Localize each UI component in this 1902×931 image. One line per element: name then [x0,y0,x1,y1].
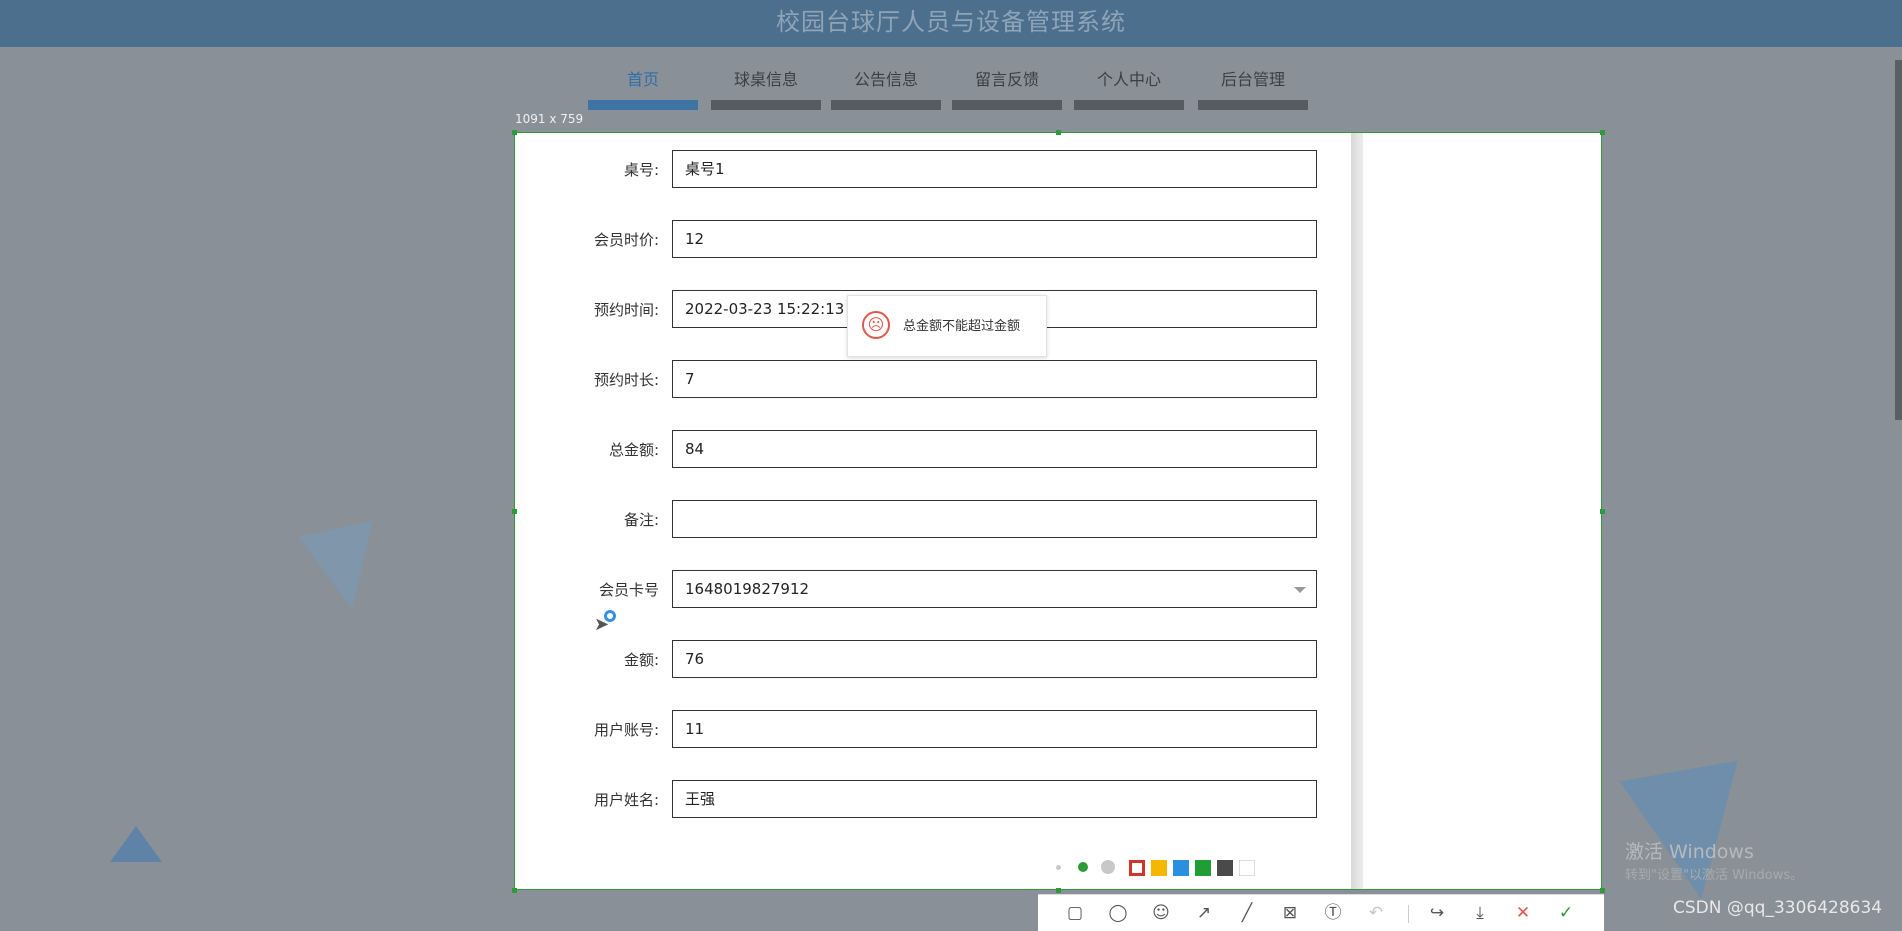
decor-triangle [298,520,390,618]
toolbar-divider [1408,905,1409,923]
resize-handle[interactable] [1056,888,1061,893]
background-window-edge [1895,60,1902,420]
size-medium-option[interactable] [1078,862,1088,872]
app-title: 校园台球厅人员与设备管理系统 [776,8,1126,36]
download-icon[interactable]: ⤓ [1467,901,1493,925]
windows-activation-watermark: 激活 Windows 转到"设置"以激活 Windows。 [1625,840,1803,888]
undo-icon[interactable]: ↶ [1363,901,1389,925]
capture-size-label: 1091 x 759 [515,112,584,126]
size-large-option[interactable] [1101,860,1115,874]
color-yellow-swatch[interactable] [1151,860,1167,876]
field-label: 用户姓名: [593,791,659,809]
select-value: 1648019827912 [685,580,810,598]
duration-input[interactable]: 7 [672,360,1317,398]
sad-face-icon: ☹ [862,311,890,339]
scrollbar-shadow [1351,133,1363,889]
nav-label: 球桌信息 [733,70,798,89]
app-header: 校园台球厅人员与设备管理系统 [0,0,1902,47]
ellipse-icon[interactable]: ◯ [1105,901,1131,925]
nav-feedback[interactable]: 留言反馈 [952,68,1062,110]
size-small-option[interactable] [1056,865,1061,870]
amount-input[interactable]: 76 [672,640,1317,678]
form-row-table-no: 桌号: 桌号1 [515,150,1351,190]
nav-indicator [831,100,941,110]
form-row-user-name: 用户姓名: 王强 [515,780,1351,820]
selection-blank-area [1363,133,1601,889]
decor-triangle [110,826,162,862]
csdn-credit: CSDN @qq_3306428634 [1673,898,1883,918]
form-row-total-amount: 总金额: 84 [515,430,1351,470]
nav-table-info[interactable]: 球桌信息 [711,68,821,110]
nav-label: 后台管理 [1220,70,1285,89]
pen-icon[interactable]: ╱ [1234,901,1260,925]
form-row-member-rate: 会员时价: 12 [515,220,1351,260]
share-icon[interactable]: ↪ [1424,901,1450,925]
nav-profile[interactable]: 个人中心 [1074,68,1184,110]
watermark-line1: 激活 Windows [1625,841,1754,863]
form-row-remarks: 备注: [515,500,1351,540]
nav-home[interactable]: 首页 [588,68,698,110]
total-amount-input[interactable]: 84 [672,430,1317,468]
resize-handle[interactable] [512,888,517,893]
resize-handle[interactable] [1056,130,1061,135]
user-name-input[interactable]: 王强 [672,780,1317,818]
nav-label: 公告信息 [853,70,918,89]
color-red-swatch[interactable] [1129,860,1145,876]
field-label: 用户账号: [593,721,659,739]
arrow-icon[interactable]: ↗ [1191,901,1217,925]
form-row-duration: 预约时长: 7 [515,360,1351,400]
confirm-icon[interactable]: ✓ [1553,901,1579,925]
nav-label: 首页 [626,70,659,89]
color-white-swatch[interactable] [1239,860,1255,876]
field-label: 总金额: [608,441,659,459]
loading-ring-icon [604,610,616,622]
emoji-icon[interactable]: ☺ [1148,901,1174,925]
user-account-input[interactable]: 11 [672,710,1317,748]
nav-indicator [588,100,698,110]
color-green-swatch[interactable] [1195,860,1211,876]
toast-message: 总金额不能超过金额 [903,319,1021,334]
form-row-user-account: 用户账号: 11 [515,710,1351,750]
nav-label: 留言反馈 [974,70,1039,89]
screenshot-selection[interactable]: 桌号: 桌号1 会员时价: 12 预约时间: 2022-03-23 15:22:… [514,132,1602,890]
resize-handle[interactable] [512,130,517,135]
resize-handle[interactable] [1600,130,1605,135]
error-toast: ☹ 总金额不能超过金额 [847,295,1047,357]
booking-form: 桌号: 桌号1 会员时价: 12 预约时间: 2022-03-23 15:22:… [515,133,1351,889]
form-row-amount: 金额: 76 [515,640,1351,680]
nav-indicator [952,100,1062,110]
field-label: 桌号: [623,161,659,179]
field-label: 会员卡号 [598,581,659,599]
watermark-line2: 转到"设置"以激活 Windows。 [1625,868,1804,883]
nav-admin[interactable]: 后台管理 [1198,68,1308,110]
remarks-input[interactable] [672,500,1317,538]
nav-indicator [1198,100,1308,110]
field-label: 备注: [623,511,659,529]
resize-handle[interactable] [1600,509,1605,514]
resize-handle[interactable] [512,509,517,514]
text-icon[interactable]: Ⓣ [1320,901,1346,925]
color-blue-swatch[interactable] [1173,860,1189,876]
field-label: 预约时长: [593,371,659,389]
form-row-member-card: 会员卡号 1648019827912 [515,570,1351,610]
nav-label: 个人中心 [1096,70,1161,89]
color-gray-swatch[interactable] [1217,860,1233,876]
cancel-icon[interactable]: ✕ [1510,901,1536,925]
screenshot-toolbar: ▢ ◯ ☺ ↗ ╱ ⊠ Ⓣ ↶ ↪ ⤓ ✕ ✓ [1038,894,1604,931]
table-no-input[interactable]: 桌号1 [672,150,1317,188]
nav-indicator [1074,100,1184,110]
resize-handle[interactable] [1600,888,1605,893]
field-label: 预约时间: [593,301,659,319]
member-rate-input[interactable]: 12 [672,220,1317,258]
field-label: 金额: [623,651,659,669]
field-label: 会员时价: [593,231,659,249]
mosaic-icon[interactable]: ⊠ [1277,901,1303,925]
rectangle-icon[interactable]: ▢ [1062,901,1088,925]
nav-announcements[interactable]: 公告信息 [831,68,941,110]
chevron-down-icon[interactable] [1294,587,1306,593]
nav-indicator [711,100,821,110]
member-card-select[interactable]: 1648019827912 [672,570,1317,608]
